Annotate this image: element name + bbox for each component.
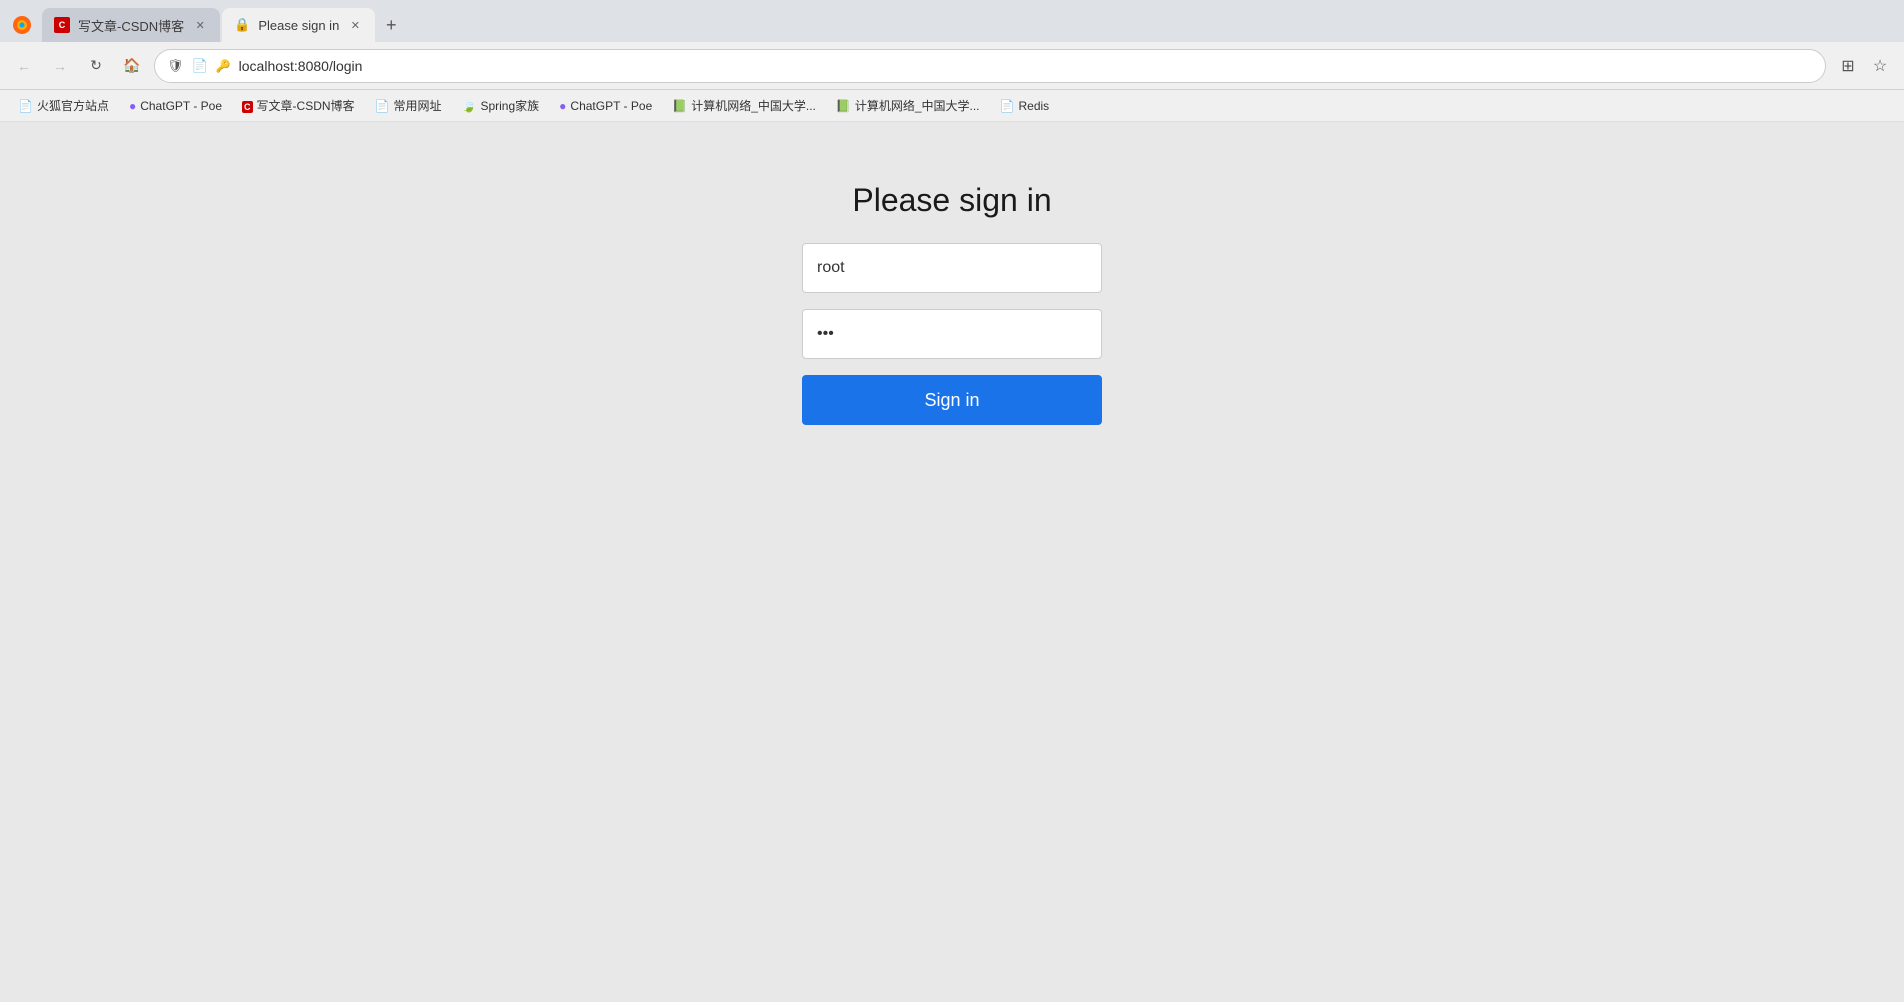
bookmark-chatgpt1-icon: ●: [129, 99, 136, 113]
refresh-button[interactable]: ↻: [82, 52, 110, 80]
bookmark-huhu-label: 火狐官方站点: [37, 97, 109, 114]
tab-login-title: Please sign in: [258, 18, 339, 33]
lock-icon: 🔑: [216, 59, 231, 73]
bookmark-jisuanji1-icon: 📗: [672, 99, 687, 113]
bookmark-jisuanji1-label: 计算机网络_中国大学...: [691, 97, 816, 114]
login-container: Please sign in Sign in: [802, 182, 1102, 1002]
sign-in-button[interactable]: Sign in: [802, 375, 1102, 425]
bookmark-jisuanji2-label: 计算机网络_中国大学...: [855, 97, 980, 114]
address-bar[interactable]: 🛡 📄 🔑 localhost:8080/login: [154, 49, 1826, 83]
home-button[interactable]: 🏠: [118, 52, 146, 80]
url-text: localhost:8080/login: [239, 58, 1813, 74]
bookmark-jisuanji2-icon: 📗: [836, 99, 851, 113]
password-input[interactable]: [802, 309, 1102, 359]
bookmark-chatgpt1-label: ChatGPT - Poe: [140, 99, 222, 113]
bookmark-redis[interactable]: 📄 Redis: [992, 96, 1058, 116]
bookmarks-bar: 📄 火狐官方站点 ● ChatGPT - Poe C 写文章-CSDN博客 📄 …: [0, 90, 1904, 122]
browser-chrome: C 写文章-CSDN博客 ✕ 🔒 Please sign in ✕ + ← → …: [0, 0, 1904, 122]
firefox-icon: [12, 15, 32, 35]
bookmark-csdn[interactable]: C 写文章-CSDN博客: [234, 94, 363, 117]
tab-csdn-close[interactable]: ✕: [192, 17, 208, 33]
qr-button[interactable]: ⊞: [1834, 52, 1862, 80]
bookmark-csdn-label: 写文章-CSDN博客: [257, 97, 355, 114]
bookmark-huhu-icon: 📄: [18, 99, 33, 113]
nav-bar: ← → ↻ 🏠 🛡 📄 🔑 localhost:8080/login ⊞ ☆: [0, 42, 1904, 90]
login-title: Please sign in: [852, 182, 1051, 219]
bookmark-jisuanji1[interactable]: 📗 计算机网络_中国大学...: [664, 94, 824, 117]
tab-login[interactable]: 🔒 Please sign in ✕: [222, 8, 375, 42]
username-input[interactable]: [802, 243, 1102, 293]
tab-login-favicon: 🔒: [234, 17, 250, 33]
back-button[interactable]: ←: [10, 52, 38, 80]
bookmark-jisuanji2[interactable]: 📗 计算机网络_中国大学...: [828, 94, 988, 117]
bookmark-spring[interactable]: 🍃 Spring家族: [454, 94, 548, 117]
bookmark-huhu[interactable]: 📄 火狐官方站点: [10, 94, 117, 117]
page-content: Please sign in Sign in: [0, 122, 1904, 1002]
new-tab-button[interactable]: +: [377, 11, 405, 39]
bookmark-spring-label: Spring家族: [480, 97, 539, 114]
csdn-favicon: C: [54, 17, 70, 33]
tab-csdn[interactable]: C 写文章-CSDN博客 ✕: [42, 8, 220, 42]
bookmark-chatgpt2-label: ChatGPT - Poe: [570, 99, 652, 113]
bookmark-changyong-label: 常用网址: [394, 97, 442, 114]
bookmark-redis-icon: 📄: [1000, 99, 1015, 113]
bookmark-chatgpt1[interactable]: ● ChatGPT - Poe: [121, 96, 230, 116]
bookmark-changyong-icon: 📄: [375, 99, 390, 113]
nav-right-buttons: ⊞ ☆: [1834, 52, 1894, 80]
page-icon: 📄: [192, 58, 208, 74]
tab-csdn-title: 写文章-CSDN博客: [78, 16, 184, 35]
shield-icon: 🛡: [167, 58, 184, 74]
bookmark-csdn-icon: C: [242, 99, 253, 113]
forward-button[interactable]: →: [46, 52, 74, 80]
bookmark-chatgpt2-icon: ●: [559, 99, 566, 113]
bookmark-chatgpt2[interactable]: ● ChatGPT - Poe: [551, 96, 660, 116]
bookmark-changyong[interactable]: 📄 常用网址: [367, 94, 450, 117]
bookmark-star-button[interactable]: ☆: [1866, 52, 1894, 80]
bookmark-redis-label: Redis: [1018, 99, 1049, 113]
tab-bar: C 写文章-CSDN博客 ✕ 🔒 Please sign in ✕ +: [0, 0, 1904, 42]
bookmark-spring-icon: 🍃: [462, 99, 477, 113]
tab-login-close[interactable]: ✕: [347, 17, 363, 33]
